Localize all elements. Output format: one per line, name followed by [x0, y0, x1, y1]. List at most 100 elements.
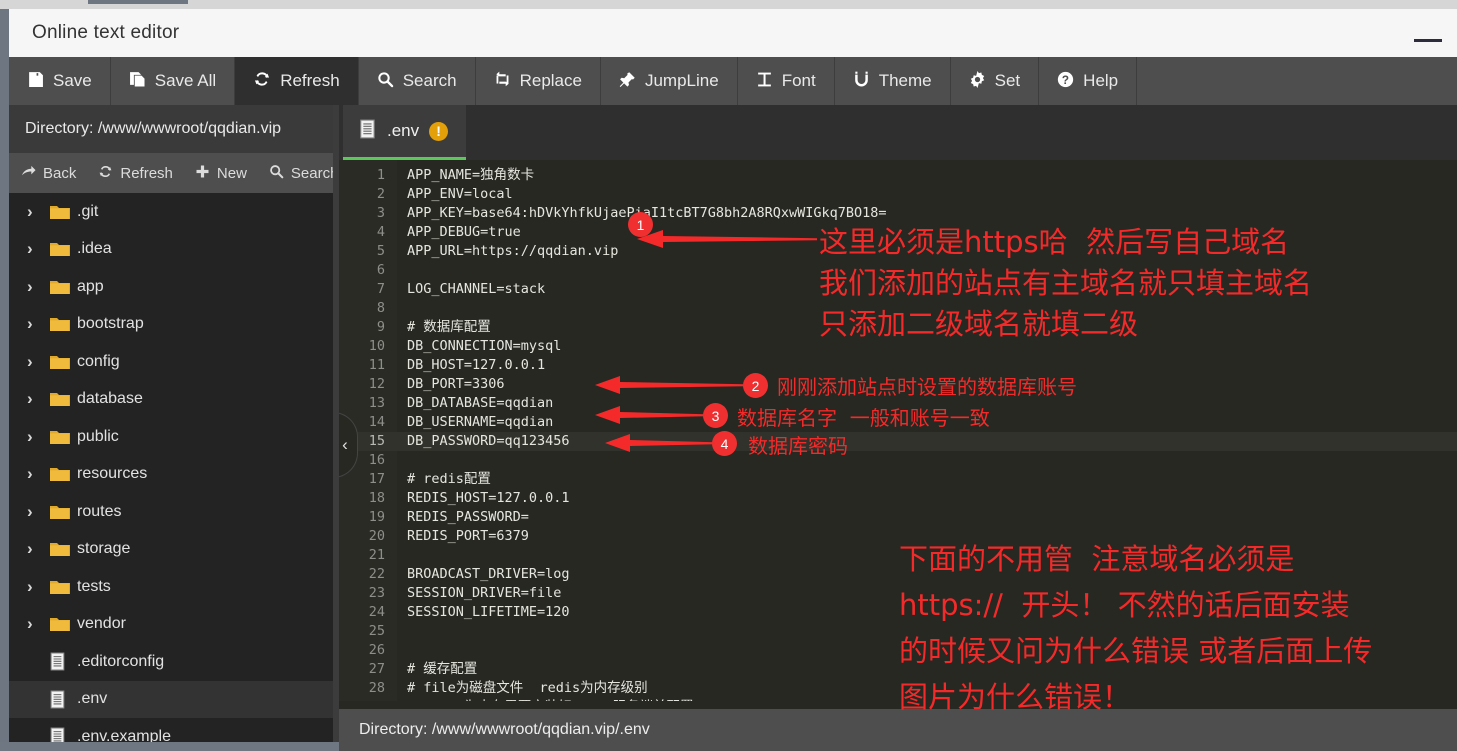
file-tree-item-dot-env.example[interactable]: ›.env.example — [9, 718, 339, 742]
editor-tabstrip: .env ! — [339, 105, 1457, 160]
line-number: 9 — [376, 319, 385, 335]
toolbar-label-search: Search — [402, 71, 457, 90]
chevron-right-icon[interactable]: › — [27, 202, 49, 222]
file-tree-item-app[interactable]: › app — [9, 268, 339, 306]
chevron-right-icon[interactable]: › — [27, 352, 49, 372]
toolbar-label-save: Save — [53, 71, 92, 90]
toolbar-button-help[interactable]: ? Help — [1039, 57, 1138, 105]
code-line: 14 DB_USERNAME=qqdian — [339, 413, 1457, 432]
file-tree-item-routes[interactable]: › routes — [9, 493, 339, 531]
file-tree-item-dot-editorconfig[interactable]: ›.editorconfig — [9, 643, 339, 681]
theme-icon — [853, 71, 870, 92]
file-action-label-refresh: Refresh — [120, 164, 173, 182]
file-tree-item-resources[interactable]: › resources — [9, 456, 339, 494]
file-tree: › .git › .idea › app › bootstrap › config › databas… — [9, 193, 339, 742]
file-tree-item-dot-idea[interactable]: › .idea — [9, 231, 339, 269]
code-line: 29 # redis为内存需要安装好redis服务端并配置 — [339, 698, 1457, 701]
line-text: # redis配置 — [407, 471, 491, 487]
file-tree-item-label: .env — [77, 690, 108, 708]
toolbar-label-font: Font — [781, 71, 816, 90]
chevron-right-icon[interactable]: › — [27, 277, 49, 297]
line-text: APP_ENV=local — [407, 186, 513, 202]
line-text: APP_URL=https://qqdian.vip — [407, 243, 619, 259]
file-tree-item-config[interactable]: › config — [9, 343, 339, 381]
file-tree-item-label: tests — [77, 577, 111, 595]
code-line: 9 # 数据库配置 — [339, 318, 1457, 337]
editor-tab-label: .env — [387, 121, 420, 140]
toolbar-button-jumpline[interactable]: JumpLine — [601, 57, 738, 105]
search-icon — [269, 164, 284, 183]
code-line: 20 REDIS_PORT=6379 — [339, 527, 1457, 546]
chevron-right-icon[interactable]: › — [27, 577, 49, 597]
line-text: DB_PORT=3306 — [407, 376, 505, 392]
folder-icon — [49, 503, 77, 521]
file-tree-item-label: database — [77, 390, 143, 408]
file-action-refresh[interactable]: Refresh — [86, 164, 183, 183]
file-browser-pane: Directory: /www/wwwroot/qqdian.vip Back … — [9, 105, 339, 742]
toolbar-button-theme[interactable]: Theme — [835, 57, 951, 105]
chevron-right-icon[interactable]: › — [27, 539, 49, 559]
file-tree-item-label: .editorconfig — [77, 652, 165, 670]
chevron-right-icon[interactable]: › — [27, 502, 49, 522]
desktop-background-top — [0, 0, 1457, 9]
chevron-right-icon[interactable]: › — [27, 427, 49, 447]
directory-path-label: Directory: /www/wwwroot/qqdian.vip — [25, 120, 282, 137]
toolbar-button-refresh[interactable]: Refresh — [235, 57, 359, 105]
toolbar-label-replace: Replace — [519, 71, 582, 90]
code-line: 15 DB_PASSWORD=qq123456 — [339, 432, 1457, 451]
file-tree-item-vendor[interactable]: › vendor — [9, 606, 339, 644]
file-tree-item-database[interactable]: › database — [9, 381, 339, 419]
line-number: 3 — [376, 205, 385, 221]
chevron-right-icon[interactable]: › — [27, 464, 49, 484]
line-text: REDIS_PORT=6379 — [407, 528, 529, 544]
code-line: 21 — [339, 546, 1457, 565]
toolbar-button-replace[interactable]: Replace — [476, 57, 601, 105]
file-tree-item-tests[interactable]: › tests — [9, 568, 339, 606]
back-arrow-icon — [21, 164, 36, 183]
file-tree-item-dot-env[interactable]: ›.env — [9, 680, 339, 718]
font-icon — [756, 71, 773, 92]
minimize-icon — [1414, 39, 1442, 42]
chevron-right-icon[interactable]: › — [27, 239, 49, 259]
file-tree-item-dot-git[interactable]: › .git — [9, 193, 339, 231]
desktop-background-notch — [88, 0, 188, 4]
code-area[interactable]: 1 APP_NAME=独角数卡 2 APP_ENV=local 3APP_KEY=bas… — [339, 160, 1457, 701]
chevron-right-icon[interactable]: › — [27, 614, 49, 634]
chevron-right-icon[interactable]: › — [27, 314, 49, 334]
file-tree-item-label: bootstrap — [77, 315, 144, 333]
line-number: 29 — [339, 698, 385, 701]
file-tree-item-label: .env.example — [77, 727, 171, 742]
file-action-back[interactable]: Back — [9, 164, 86, 183]
toolbar-button-save-all[interactable]: Save All — [111, 57, 236, 105]
annotation-badge-1: 1 — [628, 212, 653, 237]
line-number: 24 — [368, 604, 385, 620]
toolbar-label-refresh: Refresh — [280, 71, 340, 90]
toolbar-button-save[interactable]: Save — [9, 57, 111, 105]
line-text: BROADCAST_DRIVER=log — [407, 566, 570, 582]
line-text: DB_USERNAME=qqdian — [407, 414, 554, 430]
minimize-button[interactable] — [1405, 9, 1451, 57]
toolbar-button-search[interactable]: Search — [359, 57, 476, 105]
annotation-badge-3: 3 — [703, 403, 728, 428]
folder-icon — [49, 240, 77, 258]
chevron-right-icon[interactable]: › — [27, 389, 49, 409]
file-icon — [49, 652, 77, 671]
editor-window: Online text editor Save Save All Refresh… — [9, 9, 1457, 751]
code-line: 8 — [339, 299, 1457, 318]
file-tree-item-bootstrap[interactable]: › bootstrap — [9, 306, 339, 344]
line-text: # 数据库配置 — [407, 319, 491, 335]
editor-tab-env[interactable]: .env ! — [343, 105, 467, 160]
file-actions-bar: Back Refresh New Search — [9, 153, 339, 193]
file-action-new[interactable]: New — [183, 164, 257, 183]
toolbar-button-font[interactable]: Font — [738, 57, 835, 105]
line-text: DB_DATABASE=qqdian — [407, 395, 554, 411]
toolbar-button-set[interactable]: Set — [951, 57, 1040, 105]
save-icon — [27, 71, 44, 92]
file-icon — [49, 690, 77, 709]
line-text: SESSION_LIFETIME=120 — [407, 604, 570, 620]
file-tree-item-storage[interactable]: › storage — [9, 531, 339, 569]
folder-icon — [49, 615, 77, 633]
search-icon — [377, 71, 394, 92]
file-tree-item-label: storage — [77, 540, 131, 558]
file-tree-item-public[interactable]: › public — [9, 418, 339, 456]
